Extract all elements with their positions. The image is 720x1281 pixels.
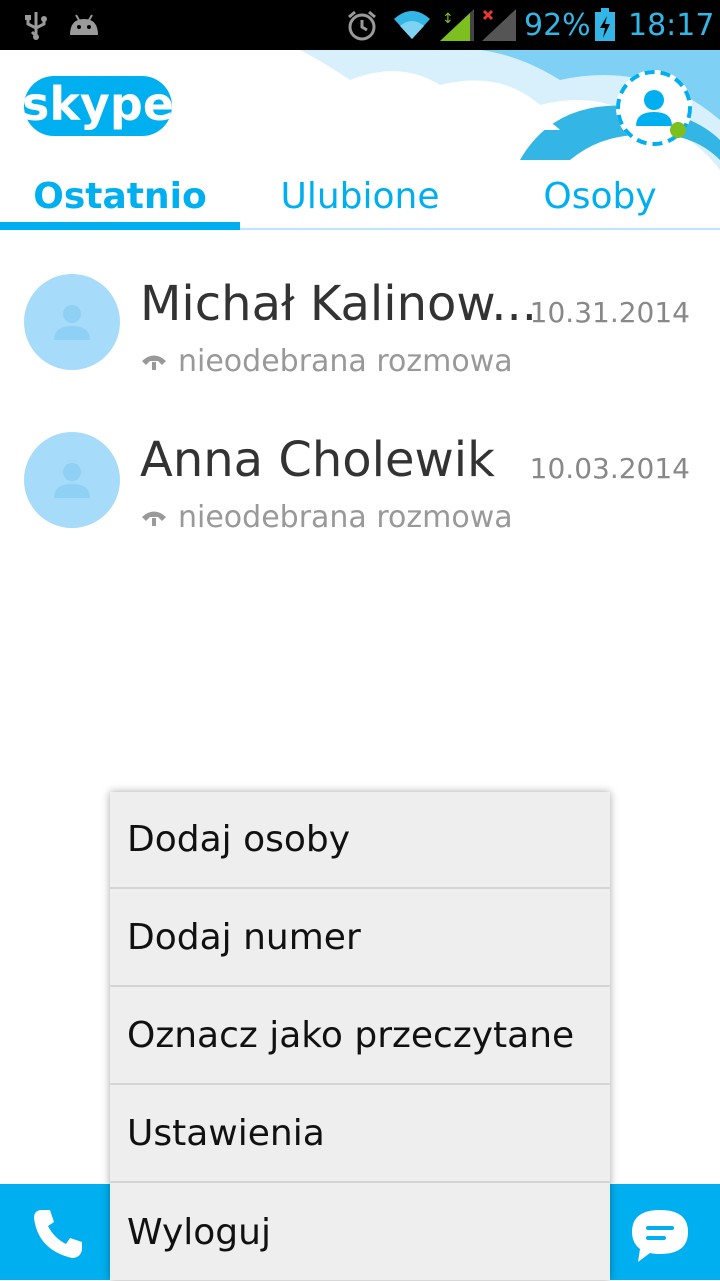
clock: 18:17	[628, 7, 715, 43]
list-item[interactable]: Anna Cholewik 10.03.2014 nieodebrana roz…	[0, 414, 720, 564]
avatar	[24, 432, 120, 528]
usb-icon	[24, 0, 48, 50]
signal-no-data-icon	[482, 0, 516, 50]
app-header: skype Ostatnio Ulubione Osoby	[0, 50, 720, 230]
chat-icon[interactable]	[628, 1206, 692, 1266]
skype-logo: skype	[22, 70, 178, 146]
alarm-icon	[346, 0, 378, 50]
list-item[interactable]: Michał Kalinow... 10.31.2014 nieodebrana…	[0, 258, 720, 408]
menu-item-settings[interactable]: Ustawienia	[110, 1086, 610, 1183]
tab-bar: Ostatnio Ulubione Osoby	[0, 168, 720, 230]
phone-icon[interactable]	[30, 1206, 86, 1262]
tab-people[interactable]: Osoby	[480, 168, 720, 224]
call-status: nieodebrana rozmowa	[140, 344, 513, 379]
signal-icon: ↕	[440, 0, 474, 50]
menu-item-mark-as-read[interactable]: Oznacz jako przeczytane	[110, 988, 610, 1085]
avatar	[24, 274, 120, 370]
battery-percent: 92%	[524, 7, 591, 43]
contact-name: Anna Cholewik	[140, 432, 495, 488]
call-status-text: nieodebrana rozmowa	[178, 500, 513, 535]
tab-recent[interactable]: Ostatnio	[0, 168, 240, 224]
call-date: 10.03.2014	[529, 452, 690, 485]
call-date: 10.31.2014	[529, 296, 690, 329]
svg-text:skype: skype	[22, 77, 174, 131]
active-tab-indicator	[0, 222, 240, 230]
person-icon	[54, 305, 90, 340]
battery-charging-icon	[594, 0, 616, 50]
menu-item-add-number[interactable]: Dodaj numer	[110, 890, 610, 987]
call-status-text: nieodebrana rozmowa	[178, 344, 513, 379]
contact-name: Michał Kalinow...	[140, 276, 538, 332]
call-status: nieodebrana rozmowa	[140, 500, 513, 535]
person-icon	[54, 463, 90, 498]
overflow-menu: Dodaj osoby Dodaj numer Oznacz jako prze…	[110, 792, 610, 1280]
missed-call-icon	[142, 355, 166, 370]
missed-call-icon	[142, 511, 166, 526]
profile-avatar-button[interactable]	[612, 66, 696, 150]
svg-text:↕: ↕	[442, 11, 454, 27]
status-bar: ↕ 92% 18:17	[0, 0, 720, 50]
android-icon	[68, 0, 100, 50]
menu-item-add-people[interactable]: Dodaj osoby	[110, 792, 610, 889]
menu-item-sign-out[interactable]: Wyloguj	[110, 1184, 610, 1281]
wifi-icon	[392, 0, 432, 50]
tab-favorites[interactable]: Ulubione	[240, 168, 480, 224]
